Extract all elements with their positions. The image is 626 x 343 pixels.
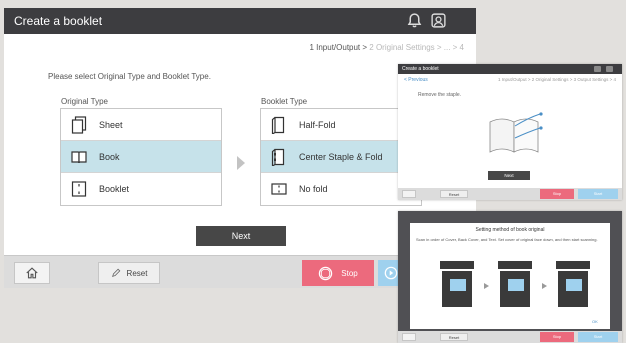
option-book[interactable]: Book <box>61 141 221 173</box>
stop-icon <box>319 266 333 280</box>
option-center-staple-fold[interactable]: Center Staple & Fold <box>261 141 421 173</box>
option-half-fold[interactable]: Half-Fold <box>261 109 421 141</box>
reset-button[interactable]: Reset <box>440 333 468 341</box>
no-fold-icon <box>271 180 287 198</box>
reset-label: Reset <box>126 268 148 278</box>
start-icon <box>384 266 398 280</box>
option-label: Center Staple & Fold <box>299 151 383 162</box>
home-button[interactable] <box>402 333 416 341</box>
thumb-instruction: Remove the staple. <box>418 92 462 98</box>
previous-link[interactable]: < Previous <box>404 77 428 83</box>
setting-method-dialog: Setting method of book original Scan in … <box>410 223 610 329</box>
option-label: Sheet <box>99 119 123 130</box>
book-icon <box>71 148 87 166</box>
step-separator: > <box>360 43 370 52</box>
stop-label: Stop <box>341 268 358 278</box>
current-step: 1 Input/Output <box>309 43 361 52</box>
home-icon <box>26 267 38 279</box>
dialog-ok-button[interactable]: OK <box>592 319 598 324</box>
step-indicator: 1 Input/Output > 2 Original Settings > .… <box>309 43 464 52</box>
center-staple-fold-icon <box>271 148 287 166</box>
original-type-label: Original Type <box>61 97 108 106</box>
bell-icon[interactable] <box>406 12 423 29</box>
thumb-step-indicator: 1 Input/Output > 2 Original Settings > 3… <box>498 77 616 82</box>
dialog-title: Setting method of book original <box>475 227 545 233</box>
reset-button[interactable]: Reset <box>98 262 160 284</box>
booklet-icon <box>71 180 87 198</box>
home-button[interactable] <box>402 190 416 198</box>
option-label: Booklet <box>99 184 130 194</box>
bell-icon <box>594 66 601 72</box>
account-icon <box>606 66 613 72</box>
home-button[interactable] <box>14 262 50 284</box>
instruction-text: Please select Original Type and Booklet … <box>48 72 211 81</box>
staple-removal-illustration <box>489 112 543 153</box>
stop-button[interactable]: Stop <box>302 260 374 286</box>
start-button[interactable]: Start <box>578 332 618 342</box>
title-bar: Create a booklet <box>4 8 476 34</box>
original-type-list: Sheet Book Booklet <box>60 108 222 206</box>
step-preview-remove-staple: Create a booklet < Previous 1 Input/Outp… <box>398 64 622 200</box>
start-button[interactable]: Start <box>578 189 618 199</box>
reset-button[interactable]: Reset <box>440 190 468 198</box>
thumb-title-bar: Create a booklet <box>398 64 622 74</box>
booklet-type-label: Booklet Type <box>261 97 308 106</box>
half-fold-icon <box>271 116 287 134</box>
dialog-text: Scan in order of Cover, Back Cover, and … <box>416 237 598 242</box>
thumb-bottom-bar: Reset Stop Start <box>398 188 622 200</box>
stop-button[interactable]: Stop <box>540 332 574 342</box>
option-label: No fold <box>299 184 328 194</box>
scanning-sequence-illustration <box>440 261 590 307</box>
stop-button[interactable]: Stop <box>540 189 574 199</box>
option-no-fold[interactable]: No fold <box>261 173 421 205</box>
option-label: Book <box>99 151 120 162</box>
option-sheet[interactable]: Sheet <box>61 109 221 141</box>
remaining-steps: 2 Original Settings > ... > 4 <box>369 43 464 52</box>
sheet-icon <box>71 115 87 134</box>
arrow-right-icon <box>237 156 245 170</box>
screen-title: Create a booklet <box>14 14 103 28</box>
thumb-next-button[interactable]: Next <box>488 171 530 180</box>
pencil-icon <box>111 268 120 277</box>
account-icon[interactable] <box>430 12 447 29</box>
thumb-bottom-bar: Reset Stop Start <box>398 331 622 343</box>
step-preview-setting-method: Setting method of book original Scan in … <box>398 211 622 343</box>
thumb-title: Create a booklet <box>402 66 439 72</box>
next-button[interactable]: Next <box>196 226 286 246</box>
option-booklet[interactable]: Booklet <box>61 173 221 205</box>
option-label: Half-Fold <box>299 119 336 130</box>
